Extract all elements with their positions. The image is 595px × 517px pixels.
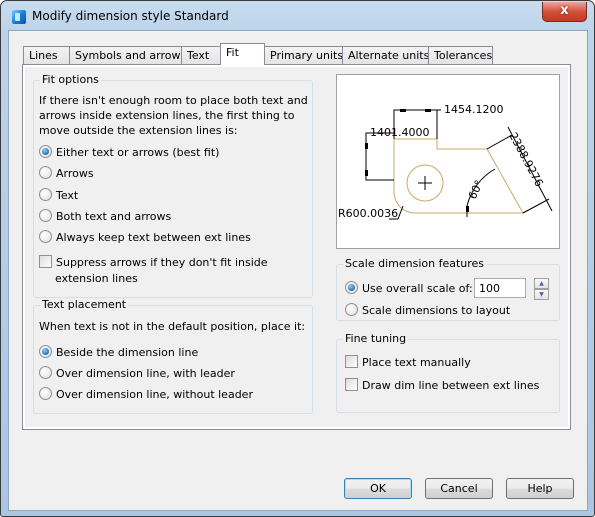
fit-options-title: Fit options — [40, 73, 101, 86]
spin-up-button[interactable]: ▲ — [534, 278, 549, 289]
dimension-preview-drawing: 1454.1200 1401.4000 2388.9276 60° R600.0… — [338, 103, 553, 220]
scale-features-title: Scale dimension features — [343, 257, 487, 270]
arrow-up-icon: ▲ — [539, 280, 544, 287]
spin-down-button[interactable]: ▼ — [534, 289, 549, 300]
tab-fit[interactable]: Fit — [220, 43, 265, 65]
radio-text[interactable]: Text — [39, 188, 78, 203]
radio-icon[interactable] — [39, 188, 52, 201]
checkbox-icon[interactable] — [39, 255, 52, 268]
radio-icon[interactable] — [39, 345, 52, 358]
dim-text-radius: R600.0036 — [338, 207, 398, 220]
window-title: Modify dimension style Standard — [32, 9, 229, 23]
radio-icon[interactable] — [39, 366, 52, 379]
close-icon: x — [560, 3, 569, 18]
radio-icon[interactable] — [39, 166, 52, 179]
text-placement-description: When text is not in the default position… — [39, 320, 306, 333]
suppress-arrows-label-cont: extension lines — [55, 272, 138, 285]
tab-text[interactable]: Text — [181, 46, 221, 64]
overall-scale-input[interactable] — [474, 278, 526, 298]
fit-options-description: If there isn't enough room to place both… — [39, 94, 308, 137]
radio-over-with-leader[interactable]: Over dimension line, with leader — [39, 366, 235, 381]
radio-over-without-leader[interactable]: Over dimension line, without leader — [39, 387, 253, 402]
help-button[interactable]: Help — [506, 478, 574, 499]
fine-tuning-group: Fine tuning Place text manually Draw dim… — [336, 332, 560, 413]
tab-primary-units[interactable]: Primary units — [264, 46, 343, 64]
radio-icon[interactable] — [39, 230, 52, 243]
scale-features-group: Scale dimension features Use overall sca… — [336, 257, 560, 321]
checkbox-icon[interactable] — [345, 355, 358, 368]
fit-tab-panel: Fit options If there isn't enough room t… — [22, 64, 571, 430]
text-placement-title: Text placement — [40, 298, 129, 311]
dim-text-left: 1401.4000 — [370, 126, 430, 139]
radio-icon[interactable] — [345, 281, 358, 294]
fine-tuning-title: Fine tuning — [343, 332, 409, 345]
radio-icon[interactable] — [345, 303, 358, 316]
app-icon — [12, 10, 26, 24]
fit-options-group: Fit options If there isn't enough room t… — [33, 73, 313, 298]
dim-text-aligned: 2388.9276 — [506, 130, 545, 189]
tab-alternate-units[interactable]: Alternate units — [342, 46, 429, 64]
preview-pane: 1454.1200 1401.4000 2388.9276 60° R600.0… — [336, 74, 560, 249]
checkbox-draw-dim-line[interactable]: Draw dim line between ext lines — [345, 378, 539, 393]
checkbox-place-text-manually[interactable]: Place text manually — [345, 355, 471, 370]
radio-always-keep-text[interactable]: Always keep text between ext lines — [39, 230, 251, 245]
title-bar[interactable]: Modify dimension style Standard x — [1, 1, 594, 31]
arrow-down-icon: ▼ — [539, 291, 544, 298]
close-button[interactable]: x — [542, 2, 587, 22]
radio-icon[interactable] — [39, 209, 52, 222]
radio-icon[interactable] — [39, 145, 52, 158]
radio-both-text-and-arrows[interactable]: Both text and arrows — [39, 209, 171, 224]
dialog-window: Modify dimension style Standard x Lines … — [0, 0, 595, 517]
fit-panel-content: Fit options If there isn't enough room t… — [24, 66, 569, 428]
radio-arrows[interactable]: Arrows — [39, 166, 94, 181]
radio-icon[interactable] — [39, 387, 52, 400]
dim-text-top: 1454.1200 — [444, 103, 504, 116]
cancel-button[interactable]: Cancel — [425, 478, 493, 499]
radio-beside-dimension-line[interactable]: Beside the dimension line — [39, 345, 198, 360]
ok-button[interactable]: OK — [344, 478, 412, 499]
checkbox-suppress-arrows[interactable]: Suppress arrows if they don't fit inside — [39, 255, 268, 270]
checkbox-icon[interactable] — [345, 378, 358, 391]
dim-left-lines — [365, 132, 394, 181]
radio-use-overall-scale[interactable]: Use overall scale of: — [345, 281, 473, 296]
center-mark — [418, 176, 432, 190]
radio-scale-to-layout[interactable]: Scale dimensions to layout — [345, 303, 510, 318]
tab-lines[interactable]: Lines — [23, 46, 70, 64]
tab-symbols-and-arrows[interactable]: Symbols and arrows — [69, 46, 186, 64]
dialog-client: Lines Symbols and arrows Text Fit Primar… — [8, 30, 588, 511]
text-placement-group: Text placement When text is not in the d… — [33, 298, 313, 414]
tab-tolerances[interactable]: Tolerances — [428, 46, 493, 64]
dim-text-angle: 60° — [466, 178, 486, 201]
radio-best-fit[interactable]: Either text or arrows (best fit) — [39, 145, 219, 160]
part-outline — [393, 138, 524, 214]
